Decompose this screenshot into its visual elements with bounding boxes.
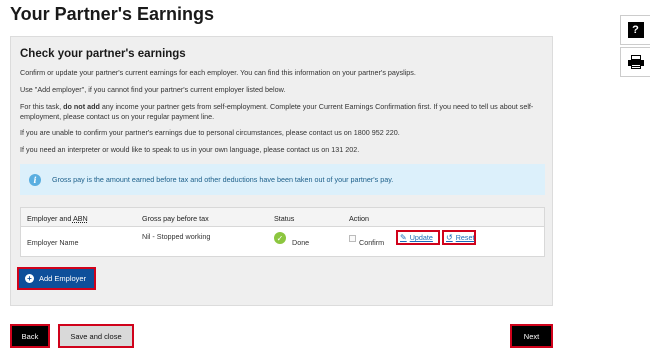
header-gross-pay: Gross pay before tax: [142, 214, 209, 223]
update-link[interactable]: ✎ Update: [396, 230, 440, 245]
table-header: Employer and ABN Gross pay before tax St…: [21, 208, 544, 227]
page-title: Your Partner's Earnings: [10, 4, 215, 24]
help-button[interactable]: ?: [620, 15, 650, 45]
employer-table: Employer and ABN Gross pay before tax St…: [20, 207, 545, 257]
add-employer-button[interactable]: + Add Employer: [17, 267, 96, 290]
header-employer: Employer and ABN: [27, 214, 88, 223]
reset-icon: ↺: [446, 233, 453, 242]
print-button[interactable]: [620, 47, 650, 77]
back-button[interactable]: Back: [10, 324, 50, 348]
add-employer-label: Add Employer: [39, 274, 87, 283]
next-button[interactable]: Next: [510, 324, 553, 348]
confirm-label: Confirm: [359, 238, 385, 247]
add-employer-hint: Use "Add employer", if you cannot find y…: [20, 85, 286, 94]
pencil-icon: ✎: [400, 233, 407, 242]
circumstances-paragraph: If you are unable to confirm your partne…: [20, 128, 400, 137]
status-text: Done: [292, 238, 310, 247]
confirm-checkbox[interactable]: [349, 235, 356, 242]
panel-title: Check your partner's earnings: [20, 48, 186, 60]
print-icon: [627, 55, 644, 69]
gross-pay-value: Nil - Stopped working: [142, 232, 211, 241]
reset-label: Reset: [455, 233, 475, 242]
intro-paragraph: Confirm or update your partner's current…: [20, 68, 416, 77]
plus-icon: +: [25, 274, 34, 283]
info-icon: i: [29, 173, 41, 186]
info-text: Gross pay is the amount earned before ta…: [52, 175, 394, 184]
reset-link[interactable]: ↺ Reset: [442, 230, 476, 245]
earnings-panel: Check your partner's earnings Confirm or…: [10, 36, 553, 306]
employer-name: Employer Name: [27, 238, 79, 247]
header-action: Action: [349, 214, 369, 223]
question-mark-icon: ?: [627, 22, 644, 38]
interpreter-paragraph: If you need an interpreter or would like…: [20, 145, 360, 154]
update-label: Update: [409, 233, 433, 242]
info-message: i Gross pay is the amount earned before …: [20, 164, 545, 195]
self-employment-paragraph: For this task, do not add any income you…: [20, 102, 534, 121]
check-icon: ✓: [274, 232, 286, 244]
save-and-close-button[interactable]: Save and close: [58, 324, 134, 348]
header-status: Status: [274, 214, 295, 223]
